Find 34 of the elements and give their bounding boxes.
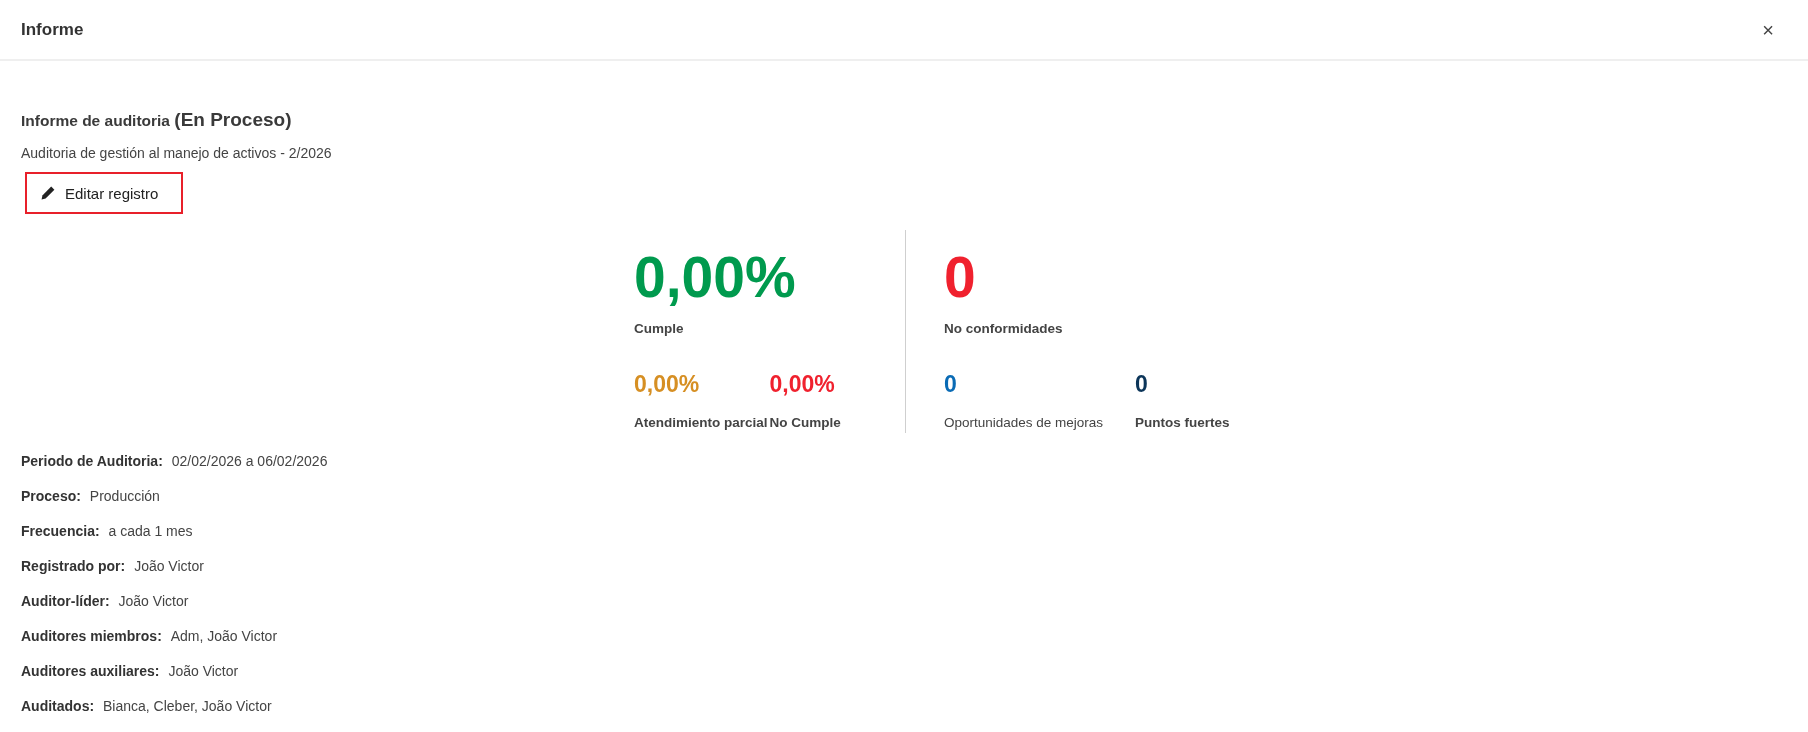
stat-label: Cumple [634, 320, 685, 338]
edit-record-button[interactable]: Editar registro [25, 172, 183, 214]
stat-value: 0,00% [769, 370, 836, 399]
detail-value: Bianca, Cleber, João Victor [103, 698, 272, 714]
detail-value: João Victor [168, 663, 239, 679]
close-button[interactable]: × [1758, 19, 1778, 40]
detail-value: João Victor [134, 558, 204, 574]
detail-value: a cada 1 mes [108, 523, 193, 539]
stat-label: Atendimiento parcial [634, 414, 769, 432]
stat-value: 0 [1135, 370, 1149, 399]
detail-label: Auditores auxiliares: [21, 663, 160, 679]
report-title: Informe de auditoria (En Proceso) [21, 109, 293, 131]
detail-label: Registrado por: [21, 558, 126, 574]
detail-value: João Victor [118, 593, 189, 609]
detail-value: 02/02/2026 a 06/02/2026 [171, 453, 328, 469]
pencil-icon [41, 186, 55, 200]
stat-label: No conformidades [944, 320, 1064, 338]
stat-value: 0,00% [634, 370, 701, 399]
report-subtitle: Auditoria de gestión al manejo de activos - 2/2026 [21, 144, 333, 162]
detail-value: Producción [89, 488, 160, 504]
detail-value: Adm, João Victor [170, 628, 278, 644]
window-title: Informe [21, 19, 84, 40]
detail-label: Periodo de Auditoria: [21, 453, 163, 469]
detail-label: Proceso: [21, 488, 81, 504]
stat-value: 0 [944, 246, 977, 309]
stat-label: Puntos fuertes [1135, 414, 1231, 432]
detail-label: Frecuencia: [21, 523, 100, 539]
detail-label: Auditores miembros: [21, 628, 162, 644]
detail-label: Auditados: [21, 698, 95, 714]
stat-value: 0 [944, 370, 958, 399]
stat-label: Oportunidades de mejoras [944, 414, 1105, 432]
stat-label: No Cumple [769, 414, 842, 432]
detail-label: Auditor-líder: [21, 593, 110, 609]
stat-value: 0,00% [634, 246, 797, 309]
